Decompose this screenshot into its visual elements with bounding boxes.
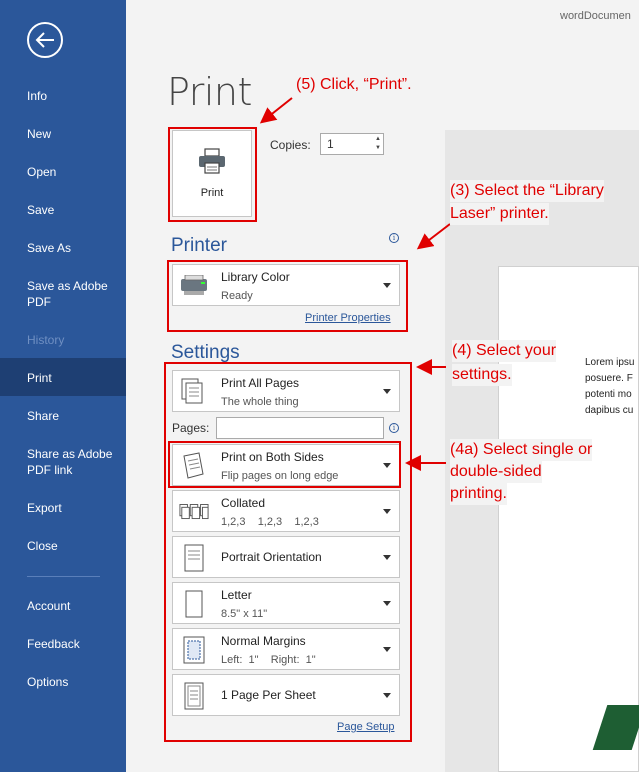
spin-up-icon[interactable]: ▲ [375,136,381,142]
nav-open[interactable]: Open [0,164,126,180]
backstage-sidebar: Info New Open Save Save As Save as Adobe… [0,0,126,772]
nav-info[interactable]: Info [0,88,126,104]
nav-close[interactable]: Close [0,538,126,554]
annotation-step-5: (5) Click, “Print”. [296,76,412,93]
nav-save[interactable]: Save [0,202,126,218]
back-arrow-icon[interactable] [27,22,63,58]
annotation-step-3-line2: Laser” printer. [450,203,549,225]
nav-options[interactable]: Options [0,674,126,690]
info-icon[interactable]: i [389,233,399,243]
annotation-step-4a-line1: (4a) Select single or [450,439,593,461]
printer-heading: Printer [171,235,227,256]
page-title: Print [167,70,252,114]
nav-new[interactable]: New [0,126,126,142]
annotation-step-4a-line3: printing. [450,483,507,505]
nav-save-as-adobe-pdf[interactable]: Save as Adobe PDF [0,278,110,310]
print-button-highlight [168,127,257,222]
copies-stepper[interactable]: 1 ▲ ▼ [320,133,384,155]
nav-share[interactable]: Share [0,408,126,424]
nav-export[interactable]: Export [0,500,126,516]
nav-divider [27,576,100,577]
nav-share-adobe-pdf-link[interactable]: Share as Adobe PDF link [0,446,118,478]
settings-heading: Settings [171,342,240,363]
spin-down-icon[interactable]: ▼ [375,145,381,151]
printer-highlight [167,260,408,332]
nav-history: History [27,333,65,347]
preview-text: Lorem ipsu posuere. F potenti mo dapibus… [585,357,635,416]
annotation-step-4-line2: settings. [452,364,512,386]
document-title: wordDocumen [560,10,631,22]
nav-account[interactable]: Account [0,598,126,614]
settings-highlight [164,362,412,742]
nav-save-as[interactable]: Save As [0,240,126,256]
annotation-step-3-line1: (3) Select the “Library [450,180,604,202]
copies-value: 1 [327,137,334,151]
annotation-step-4-line1: (4) Select your [452,340,557,362]
duplex-highlight [168,441,401,488]
copies-label: Copies: [270,138,311,152]
annotation-step-4a-line2: double-sided [450,461,542,483]
nav-feedback[interactable]: Feedback [0,636,126,652]
nav-print[interactable]: Print [0,358,126,396]
